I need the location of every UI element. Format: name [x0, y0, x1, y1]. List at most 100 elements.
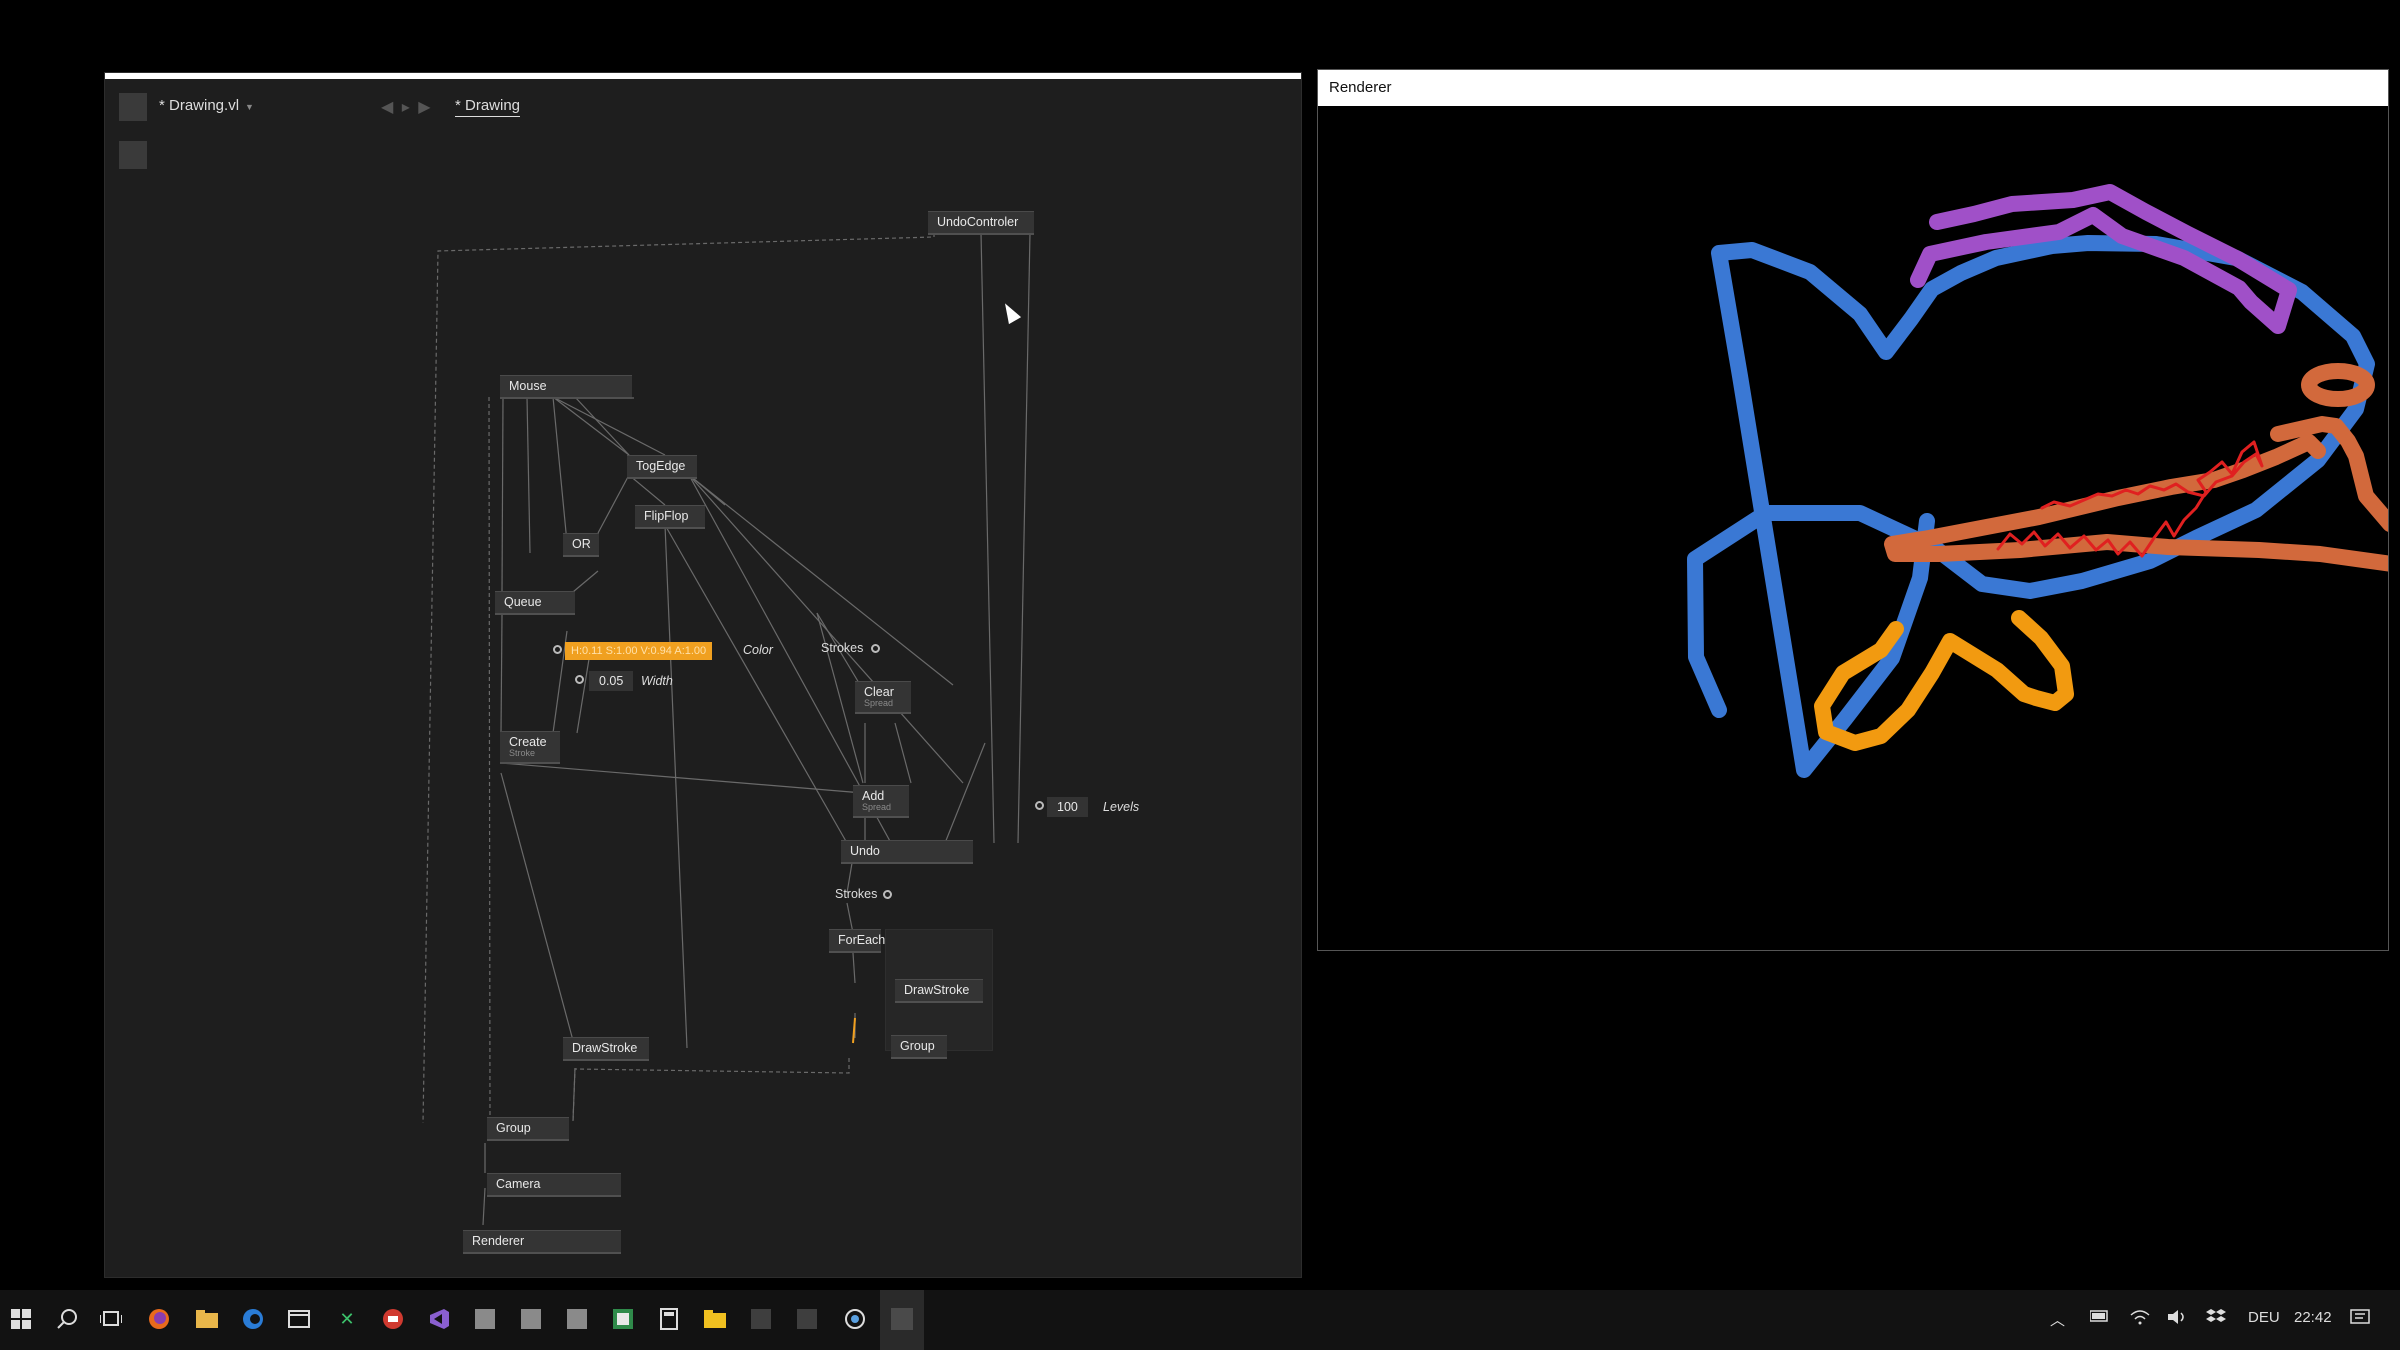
vvvv-icon[interactable] — [842, 1306, 868, 1332]
wire — [482, 1187, 486, 1226]
patch-canvas[interactable]: UndoControler Mouse TogEdge FlipFlop OR … — [105, 73, 1301, 1277]
node-create[interactable]: Create Stroke — [500, 731, 560, 764]
notifications-icon[interactable] — [2350, 1309, 2370, 1331]
node-sublabel: Stroke — [509, 748, 536, 758]
patch-wires — [422, 232, 1031, 1226]
taskbar: ✕ ︿ DEU 22:42 — [0, 1290, 2400, 1350]
wire-highlighted — [852, 1017, 856, 1044]
node-drawstroke-inner[interactable]: DrawStroke — [895, 979, 983, 1003]
wire — [664, 524, 688, 1049]
node-label: Undo — [850, 844, 880, 858]
wire — [500, 762, 864, 794]
node-label: FlipFlop — [644, 509, 689, 523]
wire — [422, 233, 935, 1124]
patch-editor-window[interactable]: * Drawing.vl ▼ ◀ ▸ ▶ * Drawing UndoContr… — [104, 72, 1302, 1278]
node-mouse[interactable]: Mouse — [500, 375, 632, 399]
chevron-up-icon[interactable]: ︿ — [2050, 1309, 2065, 1330]
node-togedge[interactable]: TogEdge — [627, 455, 697, 479]
battery-icon[interactable] — [2089, 1309, 2110, 1326]
xmind-icon[interactable]: ✕ — [334, 1306, 360, 1332]
node-label: TogEdge — [636, 459, 686, 473]
window-icon[interactable] — [286, 1306, 312, 1332]
node-label: Group — [496, 1121, 531, 1135]
renderer-canvas[interactable] — [1318, 106, 2388, 950]
app-gray-icon[interactable] — [518, 1306, 544, 1332]
node-add[interactable]: Add Spread — [853, 785, 909, 818]
language-indicator[interactable]: DEU — [2248, 1309, 2280, 1326]
renderer-window[interactable]: Renderer — [1317, 69, 2389, 951]
edge-icon[interactable] — [240, 1306, 266, 1332]
node-sublabel: Spread — [862, 802, 892, 812]
levels-pad[interactable] — [1035, 801, 1044, 810]
node-flipflop[interactable]: FlipFlop — [635, 505, 705, 529]
strokes-pad-bottom[interactable] — [883, 890, 892, 899]
node-label: Create — [509, 735, 547, 749]
node-drawstroke[interactable]: DrawStroke — [563, 1037, 649, 1061]
app-dark-icon[interactable] — [794, 1306, 820, 1332]
node-label: Clear — [864, 685, 894, 699]
node-label: Add — [862, 789, 885, 803]
file-explorer-icon[interactable] — [194, 1306, 220, 1332]
node-foreach[interactable]: ForEach — [829, 929, 885, 953]
node-or[interactable]: OR — [563, 533, 599, 557]
firefox-icon[interactable] — [146, 1306, 172, 1332]
wire — [894, 722, 912, 784]
width-value-box[interactable]: 0.05 — [589, 671, 634, 691]
levels-label: Levels — [1103, 800, 1140, 814]
wire — [500, 614, 503, 734]
app-gray-icon[interactable] — [472, 1306, 498, 1332]
wire — [944, 742, 986, 844]
app-green-icon[interactable] — [610, 1306, 636, 1332]
search-icon[interactable] — [54, 1306, 80, 1332]
dropbox-icon[interactable] — [2206, 1309, 2226, 1329]
app-red-icon[interactable] — [380, 1306, 406, 1332]
app-dark-icon[interactable] — [748, 1306, 774, 1332]
strokes-pad-top[interactable] — [871, 644, 880, 653]
node-undo-controller[interactable]: UndoControler — [928, 211, 1034, 235]
width-pad[interactable] — [575, 675, 584, 684]
node-group-inner[interactable]: Group — [891, 1035, 947, 1059]
node-renderer[interactable]: Renderer — [463, 1230, 621, 1254]
color-value-box[interactable]: H:0.11 S:1.00 V:0.94 A:1.00 — [565, 642, 713, 660]
node-label: Camera — [496, 1177, 541, 1191]
calculator-icon[interactable] — [656, 1306, 682, 1332]
node-undo[interactable]: Undo — [841, 840, 973, 864]
strokes-label-top: Strokes — [821, 641, 864, 655]
wire — [576, 658, 590, 734]
wire — [1017, 232, 1031, 844]
node-camera[interactable]: Camera — [487, 1173, 621, 1197]
wire — [552, 396, 666, 456]
width-label: Width — [641, 674, 673, 688]
wire — [488, 396, 491, 1124]
color-pad[interactable] — [553, 645, 562, 654]
app-active-icon[interactable] — [889, 1306, 915, 1332]
visual-studio-icon[interactable] — [426, 1306, 452, 1332]
wifi-icon[interactable] — [2130, 1309, 2150, 1329]
wire — [852, 952, 856, 984]
app-gray-icon[interactable] — [564, 1306, 590, 1332]
node-label: DrawStroke — [572, 1041, 638, 1055]
wire — [552, 396, 630, 456]
node-label: Queue — [504, 595, 542, 609]
wire — [501, 396, 504, 594]
volume-icon[interactable] — [2168, 1309, 2188, 1329]
node-queue[interactable]: Queue — [495, 591, 575, 615]
node-label: Group — [900, 1039, 935, 1053]
clock[interactable]: 22:42 — [2294, 1309, 2332, 1326]
windows-start-icon[interactable] — [8, 1306, 34, 1332]
wire — [980, 232, 995, 844]
wire — [597, 474, 630, 534]
node-label: UndoControler — [937, 215, 1019, 229]
wire — [500, 772, 576, 1049]
task-view-icon[interactable] — [98, 1306, 124, 1332]
wire — [572, 1067, 576, 1122]
levels-value-box[interactable]: 100 — [1047, 797, 1088, 817]
wire — [664, 524, 848, 844]
folder-icon[interactable] — [702, 1306, 728, 1332]
node-group[interactable]: Group — [487, 1117, 569, 1141]
node-label: Mouse — [509, 379, 547, 393]
node-clear[interactable]: Clear Spread — [855, 681, 911, 714]
node-sublabel: Spread — [864, 698, 894, 708]
color-label: Color — [743, 643, 773, 657]
wire — [572, 1058, 850, 1122]
